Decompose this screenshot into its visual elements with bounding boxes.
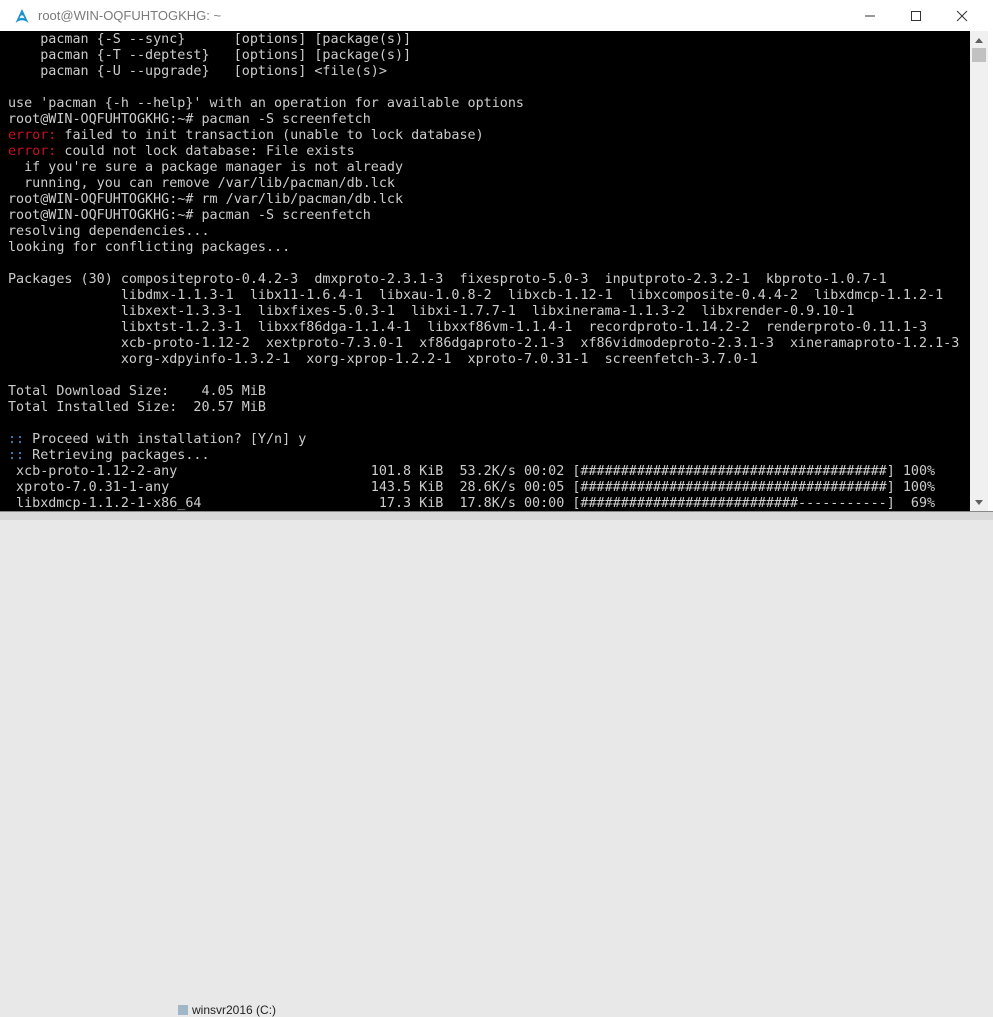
terminal-line-text: libxdmcp-1.1.2-1-x86_64 17.3 KiB 17.8K/s… — [8, 496, 936, 511]
title-bar[interactable]: root@WIN-OQFUHTOGKHG: ~ — [0, 0, 993, 31]
arrow-up-icon — [975, 37, 983, 43]
drive-item[interactable]: winsvr2016 (C:) — [178, 1003, 276, 1017]
terminal-line-text: pacman {-S --sync} [options] [package(s)… — [8, 32, 412, 47]
terminal-line-text: pacman {-U --upgrade} [options] <file(s)… — [8, 64, 387, 79]
terminal-line: Total Installed Size: 20.57 MiB — [8, 400, 266, 416]
terminal-line-text: Retrieving packages... — [24, 448, 210, 463]
terminal-line: if you're sure a package manager is not … — [8, 160, 403, 176]
terminal-line: libxtst-1.2.3-1 libxxf86dga-1.1.4-1 libx… — [8, 320, 927, 336]
terminal-line: root@WIN-OQFUHTOGKHG:~# pacman -S screen… — [8, 208, 371, 224]
terminal-line: Packages (30) compositeproto-0.4.2-3 dmx… — [8, 272, 887, 288]
terminal-line: Total Download Size: 4.05 MiB — [8, 384, 266, 400]
terminal-line-text: Total Download Size: 4.05 MiB — [8, 384, 266, 399]
terminal-line: :: Retrieving packages... — [8, 448, 210, 464]
terminal-line-text: xproto-7.0.31-1-any 143.5 KiB 28.6K/s 00… — [8, 480, 936, 495]
terminal-line-text: resolving dependencies... — [8, 224, 210, 239]
maximize-button[interactable] — [893, 0, 939, 31]
terminal-line: pacman {-S --sync} [options] [package(s)… — [8, 32, 411, 48]
terminal-line: xproto-7.0.31-1-any 143.5 KiB 28.6K/s 00… — [8, 480, 935, 496]
arch-linux-icon — [15, 8, 29, 23]
terminal-line-text: use 'pacman {-h --help}' with an operati… — [8, 96, 524, 111]
terminal-line-text: libxtst-1.2.3-1 libxxf86dga-1.1.4-1 libx… — [8, 320, 928, 335]
terminal-line-text: Total Installed Size: 20.57 MiB — [8, 400, 266, 415]
arrow-down-icon — [975, 499, 983, 505]
terminal-line-text: running, you can remove /var/lib/pacman/… — [8, 176, 395, 191]
terminal-line: pacman {-U --upgrade} [options] <file(s)… — [8, 64, 387, 80]
terminal-line-text: xcb-proto-1.12-2 xextproto-7.3.0-1 xf86d… — [8, 336, 960, 351]
close-button[interactable] — [939, 0, 985, 31]
terminal-line: looking for conflicting packages... — [8, 240, 290, 256]
error-prefix: error: — [8, 144, 57, 159]
terminal-line-text: could not lock database: File exists — [56, 144, 355, 159]
error-prefix: error: — [8, 128, 57, 143]
drive-icon — [178, 1005, 188, 1015]
vertical-scrollbar[interactable] — [970, 31, 988, 511]
terminal-line-text: Proceed with installation? [Y/n] y — [24, 432, 307, 447]
terminal-line: root@WIN-OQFUHTOGKHG:~# pacman -S screen… — [8, 112, 371, 128]
close-icon — [956, 10, 968, 21]
terminal-line: xorg-xdpyinfo-1.3.2-1 xorg-xprop-1.2.2-1… — [8, 352, 758, 368]
window-frame — [988, 31, 993, 511]
terminal-line-text: Packages (30) compositeproto-0.4.2-3 dmx… — [8, 272, 887, 287]
scrollbar-thumb[interactable] — [972, 48, 986, 62]
prompt-marker: :: — [8, 448, 25, 463]
terminal-line: xcb-proto-1.12-2-any 101.8 KiB 53.2K/s 0… — [8, 464, 935, 480]
terminal-line-text: xcb-proto-1.12-2-any 101.8 KiB 53.2K/s 0… — [8, 464, 936, 479]
terminal-line-text: looking for conflicting packages... — [8, 240, 291, 255]
terminal-line-text: failed to init transaction (unable to lo… — [56, 128, 484, 143]
scroll-up-button[interactable] — [970, 31, 988, 48]
terminal-line-text: pacman {-T --deptest} [options] [package… — [8, 48, 412, 63]
terminal-line-text: xorg-xdpyinfo-1.3.2-1 xorg-xprop-1.2.2-1… — [8, 352, 758, 367]
terminal-line-text: root@WIN-OQFUHTOGKHG:~# rm /var/lib/pacm… — [8, 192, 404, 207]
minimize-icon — [865, 15, 875, 16]
terminal-line: resolving dependencies... — [8, 224, 210, 240]
terminal-line-text: root@WIN-OQFUHTOGKHG:~# pacman -S screen… — [8, 112, 371, 127]
terminal-line: :: Proceed with installation? [Y/n] y — [8, 432, 306, 448]
terminal-line: pacman {-T --deptest} [options] [package… — [8, 48, 411, 64]
terminal-line: use 'pacman {-h --help}' with an operati… — [8, 96, 524, 112]
terminal-line: libdmx-1.1.3-1 libx11-1.6.4-1 libxau-1.0… — [8, 288, 943, 304]
drive-label: winsvr2016 (C:) — [192, 1003, 277, 1017]
terminal-output[interactable]: pacman {-S --sync} [options] [package(s)… — [0, 31, 970, 511]
terminal-line: running, you can remove /var/lib/pacman/… — [8, 176, 395, 192]
maximize-icon — [911, 10, 921, 21]
terminal-line-text: libdmx-1.1.3-1 libx11-1.6.4-1 libxau-1.0… — [8, 288, 944, 303]
terminal-line: libxdmcp-1.1.2-1-x86_64 17.3 KiB 17.8K/s… — [8, 496, 935, 511]
minimize-button[interactable] — [847, 0, 893, 31]
scroll-down-button[interactable] — [970, 494, 988, 511]
terminal-line-text: if you're sure a package manager is not … — [8, 160, 404, 175]
terminal-line: error: could not lock database: File exi… — [8, 144, 355, 160]
prompt-marker: :: — [8, 432, 25, 447]
terminal-window: root@WIN-OQFUHTOGKHG: ~ pacman {-S --syn… — [0, 0, 993, 511]
window-title: root@WIN-OQFUHTOGKHG: ~ — [38, 8, 222, 23]
terminal-line: error: failed to init transaction (unabl… — [8, 128, 484, 144]
terminal-line: libxext-1.3.3-1 libxfixes-5.0.3-1 libxi-… — [8, 304, 855, 320]
terminal-line-text: libxext-1.3.3-1 libxfixes-5.0.3-1 libxi-… — [8, 304, 855, 319]
terminal-line: xcb-proto-1.12-2 xextproto-7.3.0-1 xf86d… — [8, 336, 959, 352]
terminal-line-text: root@WIN-OQFUHTOGKHG:~# pacman -S screen… — [8, 208, 371, 223]
terminal-line: root@WIN-OQFUHTOGKHG:~# rm /var/lib/pacm… — [8, 192, 403, 208]
